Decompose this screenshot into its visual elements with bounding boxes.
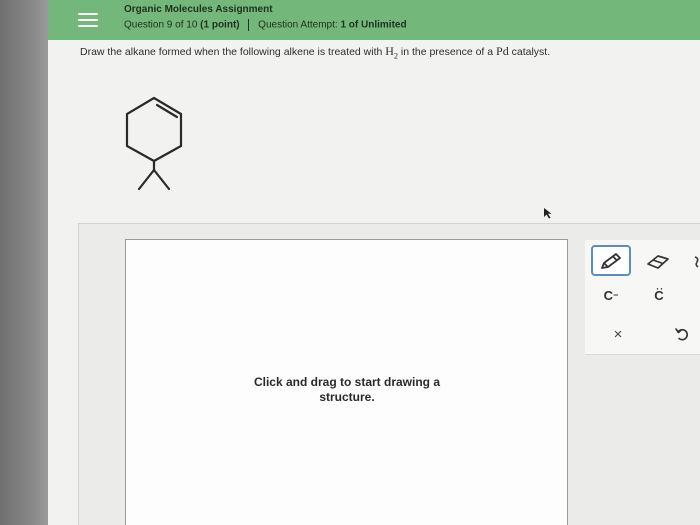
- question-info: Question 9 of 10 (1 point) Question Atte…: [124, 19, 407, 31]
- pencil-tool-button[interactable]: [591, 245, 631, 276]
- question-points: (1 point): [200, 19, 240, 31]
- screen-bezel: [0, 0, 48, 525]
- mouse-cursor-icon: [544, 208, 552, 219]
- clear-tool-button[interactable]: ×: [606, 322, 630, 346]
- lone-pair-dots: ··: [656, 283, 665, 294]
- toolbar-divider: [585, 354, 700, 355]
- more-tools-icon[interactable]: [690, 248, 700, 274]
- menu-icon-bar: [78, 25, 98, 27]
- undo-icon: [675, 328, 688, 341]
- menu-button[interactable]: [78, 13, 98, 29]
- eraser-icon: [647, 255, 669, 269]
- carbanion-tool-button[interactable]: C −: [594, 283, 628, 307]
- question-number: Question 9 of 10: [124, 19, 198, 31]
- canvas-hint: Click and drag to start drawing a struct…: [253, 375, 441, 404]
- question-prompt: Draw the alkane formed when the followin…: [80, 44, 550, 60]
- menu-icon-bar: [78, 19, 98, 21]
- eraser-tool-button[interactable]: [643, 248, 673, 274]
- undo-tool-button[interactable]: [670, 322, 694, 346]
- prompt-start: Draw the alkane formed when the followin…: [80, 46, 383, 58]
- carbene-tool-button[interactable]: ·· C: [644, 283, 674, 307]
- attempt-value: 1 of Unlimited: [340, 19, 407, 31]
- hydrogen-formula: H2: [385, 44, 398, 61]
- header-divider: [248, 19, 250, 31]
- alkene-structure: [125, 96, 183, 191]
- prompt-mid: in the presence of a: [400, 46, 494, 58]
- attempt-label: Question Attempt:: [258, 19, 338, 31]
- more-tools-icon: [694, 256, 699, 268]
- assignment-title: Organic Molecules Assignment: [124, 4, 273, 15]
- prompt-end: catalyst.: [511, 46, 551, 58]
- catalyst-symbol: Pd: [496, 44, 509, 58]
- pencil-icon: [601, 252, 621, 269]
- menu-icon-bar: [78, 13, 98, 15]
